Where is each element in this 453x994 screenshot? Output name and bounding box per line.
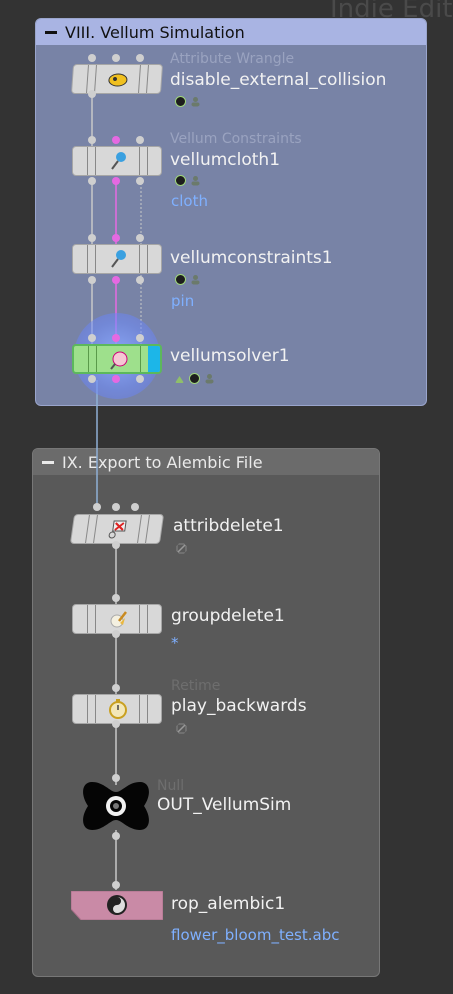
display-flag-icon[interactable] <box>175 274 186 285</box>
node-flags[interactable] <box>174 373 215 384</box>
pin-icon <box>111 250 126 268</box>
input-connector[interactable] <box>88 54 96 62</box>
node-body[interactable] <box>72 344 162 374</box>
node-body[interactable] <box>71 891 163 920</box>
output-connector[interactable] <box>88 177 96 185</box>
input-connector[interactable] <box>136 136 144 144</box>
pin-icon <box>111 152 126 170</box>
node-flags[interactable] <box>176 543 187 554</box>
node-name[interactable]: groupdelete1 <box>171 606 285 626</box>
input-connector[interactable] <box>131 503 139 511</box>
output-connector[interactable] <box>136 177 144 185</box>
input-connector[interactable] <box>88 334 96 342</box>
node-body[interactable] <box>72 244 162 274</box>
node-type-label: Retime <box>171 678 221 694</box>
node-name[interactable]: disable_external_collision <box>170 70 386 90</box>
input-connector[interactable] <box>136 54 144 62</box>
display-flag-icon[interactable] <box>175 96 186 107</box>
display-flag-icon[interactable] <box>189 373 200 384</box>
output-connector[interactable] <box>136 375 144 383</box>
input-connector[interactable] <box>112 334 120 342</box>
node-name[interactable]: vellumsolver1 <box>170 346 290 366</box>
input-connector[interactable] <box>88 234 96 242</box>
input-connector[interactable] <box>88 136 96 144</box>
display-flag-icon[interactable] <box>175 175 186 186</box>
user-icon <box>191 275 200 285</box>
node-name[interactable]: rop_alembic1 <box>171 894 285 914</box>
output-connector[interactable] <box>88 375 96 383</box>
node-parameter-label: cloth <box>171 192 208 210</box>
node-flags[interactable] <box>176 723 187 734</box>
node-parameter-label: flower_bloom_test.abc <box>171 926 340 944</box>
node-name[interactable]: vellumcloth1 <box>170 150 280 170</box>
node-parameter-label: * <box>171 634 179 652</box>
node-type-label: Attribute Wrangle <box>170 51 295 67</box>
output-connector[interactable] <box>112 832 120 840</box>
broom-icon <box>110 611 127 628</box>
user-icon <box>205 374 214 384</box>
node-body[interactable] <box>72 146 162 176</box>
null-icon[interactable] <box>80 778 152 834</box>
node-flags[interactable] <box>175 175 201 186</box>
input-connector[interactable] <box>112 684 120 692</box>
node-parameter-label: pin <box>171 292 195 310</box>
sim-flag-icon[interactable] <box>174 373 185 384</box>
output-connector[interactable] <box>112 375 120 383</box>
input-connector[interactable] <box>112 503 120 511</box>
output-connector[interactable] <box>112 177 120 185</box>
node-name[interactable]: play_backwards <box>171 696 307 716</box>
bypass-flag-icon[interactable] <box>176 543 187 554</box>
output-connector[interactable] <box>112 720 120 728</box>
input-connector[interactable] <box>136 234 144 242</box>
input-connector[interactable] <box>112 234 120 242</box>
node-body[interactable] <box>69 514 165 544</box>
output-connector[interactable] <box>136 276 144 284</box>
output-connector[interactable] <box>88 90 96 98</box>
input-connector[interactable] <box>93 503 101 511</box>
solver-icon <box>110 351 128 370</box>
node-flags[interactable] <box>175 274 201 285</box>
node-flags[interactable] <box>175 96 201 107</box>
output-connector[interactable] <box>88 276 96 284</box>
bypass-flag-icon[interactable] <box>176 723 187 734</box>
node-name[interactable]: vellumconstraints1 <box>170 248 333 268</box>
user-icon <box>191 176 200 186</box>
node-type-label: Vellum Constraints <box>170 131 302 147</box>
input-connector[interactable] <box>136 334 144 342</box>
attrib-delete-icon <box>108 520 127 539</box>
node-name[interactable]: OUT_VellumSim <box>157 795 291 815</box>
output-connector[interactable] <box>112 541 120 549</box>
user-icon <box>191 97 200 107</box>
input-connector[interactable] <box>112 594 120 602</box>
input-connector[interactable] <box>112 881 120 889</box>
output-connector[interactable] <box>112 630 120 638</box>
node-type-label: Null <box>157 778 185 794</box>
wrangle-icon <box>108 73 128 87</box>
input-connector[interactable] <box>112 136 120 144</box>
display-flag-indicator <box>148 346 160 372</box>
node-name[interactable]: attribdelete1 <box>173 516 284 536</box>
stopwatch-icon <box>109 699 127 719</box>
node-body[interactable] <box>70 64 164 94</box>
output-connector[interactable] <box>112 276 120 284</box>
input-connector[interactable] <box>112 54 120 62</box>
